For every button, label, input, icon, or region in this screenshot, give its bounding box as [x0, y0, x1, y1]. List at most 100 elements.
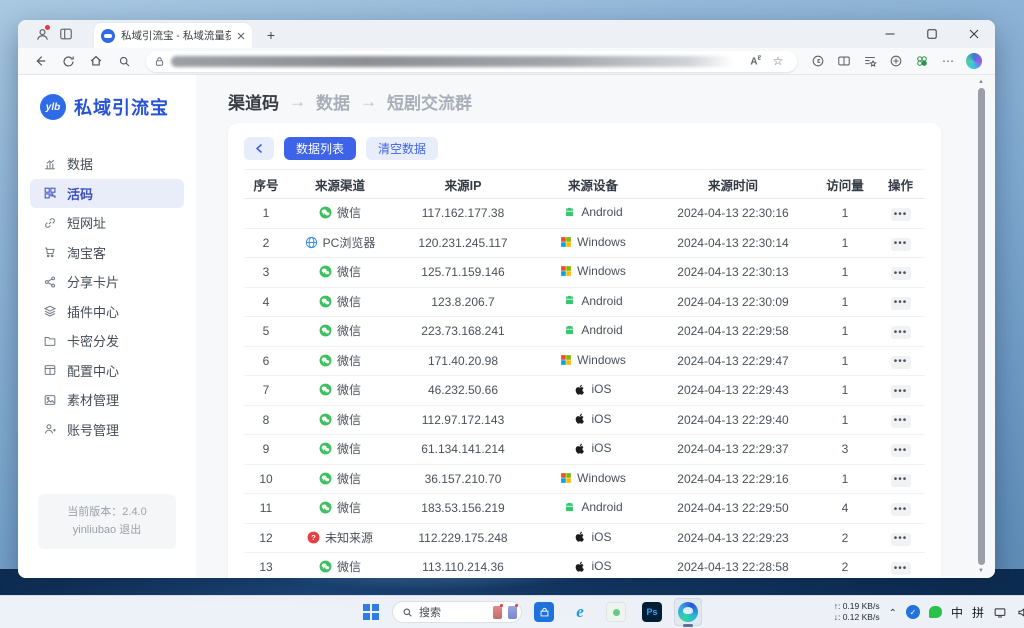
- row-actions[interactable]: •••: [876, 353, 925, 369]
- row-actions-button[interactable]: •••: [891, 533, 911, 546]
- taskbar-app-store[interactable]: [530, 598, 558, 626]
- tray-expand-icon[interactable]: ⌃: [889, 608, 897, 619]
- row-actions-button[interactable]: •••: [891, 238, 911, 251]
- row-actions[interactable]: •••: [876, 294, 925, 310]
- taskbar-app-devtool[interactable]: [602, 598, 630, 626]
- toolbar-search-icon[interactable]: [112, 50, 136, 72]
- sidebar-item-活码[interactable]: 活码: [30, 179, 184, 209]
- sync-extension-icon[interactable]: [807, 50, 829, 72]
- browser-profile-icon[interactable]: [30, 22, 54, 46]
- row-actions[interactable]: •••: [876, 560, 925, 576]
- windows-taskbar: 搜索 e Ps ↑: 0.19 KB/s ↓: 0.12 KB/s ⌃ ✓ 中 …: [0, 595, 1024, 628]
- taskbar-search[interactable]: 搜索: [392, 601, 522, 623]
- taskbar-app-ie[interactable]: e: [566, 598, 594, 626]
- collections-icon[interactable]: [885, 50, 907, 72]
- net-speed: ↑: 0.19 KB/s ↓: 0.12 KB/s: [834, 601, 880, 623]
- account-name: yinliubao: [73, 524, 116, 536]
- refresh-icon[interactable]: [56, 50, 80, 72]
- scroll-down-icon[interactable]: ▼: [978, 566, 984, 576]
- logout-link[interactable]: 退出: [119, 524, 141, 536]
- sidebar-item-分享卡片[interactable]: 分享卡片: [30, 267, 184, 297]
- ime-mode-indicator[interactable]: 拼: [972, 604, 984, 621]
- row-actions-button[interactable]: •••: [891, 385, 911, 398]
- start-button-icon[interactable]: [358, 599, 384, 625]
- speaker-icon[interactable]: [1016, 606, 1024, 619]
- maximize-button[interactable]: [911, 20, 953, 48]
- source-device: Android: [534, 205, 652, 222]
- copilot-icon[interactable]: [963, 50, 985, 72]
- sidebar-item-淘宝客[interactable]: 淘宝客: [30, 238, 184, 268]
- row-actions[interactable]: •••: [876, 501, 925, 517]
- row-actions-button[interactable]: •••: [891, 267, 911, 280]
- row-actions[interactable]: •••: [876, 265, 925, 281]
- tab-favicon-icon: [101, 29, 115, 43]
- sidebar-item-配置中心[interactable]: 配置中心: [30, 356, 184, 386]
- visit-count: 2: [814, 560, 876, 574]
- wechat-icon: [319, 413, 332, 426]
- row-actions[interactable]: •••: [876, 412, 925, 428]
- favorite-star-icon[interactable]: ☆: [767, 50, 789, 72]
- split-screen-icon[interactable]: [833, 50, 855, 72]
- source-device: Android: [534, 500, 652, 517]
- row-actions[interactable]: •••: [876, 324, 925, 340]
- data-list-button[interactable]: 数据列表: [284, 137, 356, 160]
- sidebar-item-插件中心[interactable]: 插件中心: [30, 297, 184, 327]
- table-row: 3微信125.71.159.146Windows2024-04-13 22:30…: [244, 258, 925, 288]
- address-bar[interactable]: Aℓ ☆: [146, 51, 797, 72]
- scroll-up-icon[interactable]: ▲: [978, 77, 984, 87]
- wechat-icon: [319, 295, 332, 308]
- row-actions[interactable]: •••: [876, 530, 925, 546]
- row-actions-button[interactable]: •••: [891, 326, 911, 339]
- more-options-icon[interactable]: ⋯: [937, 50, 959, 72]
- data-card: 数据列表 清空数据 序号来源渠道来源IP来源设备来源时间访问量操作1微信117.…: [228, 123, 941, 578]
- row-actions[interactable]: •••: [876, 206, 925, 222]
- browser-window: 私域引流宝 - 私域流量获取与裂… +: [18, 20, 995, 578]
- cast-screen-icon[interactable]: [993, 606, 1007, 619]
- browser-tab[interactable]: 私域引流宝 - 私域流量获取与裂…: [94, 23, 252, 48]
- sidebar-item-卡密分发[interactable]: 卡密分发: [30, 326, 184, 356]
- page-scrollbar[interactable]: ▲ ▼: [977, 77, 985, 576]
- row-actions[interactable]: •••: [876, 442, 925, 458]
- row-actions-button[interactable]: •••: [891, 444, 911, 457]
- minimize-button[interactable]: [869, 20, 911, 48]
- source-time: 2024-04-13 22:29:40: [652, 413, 814, 427]
- row-actions-button[interactable]: •••: [891, 562, 911, 575]
- row-actions[interactable]: •••: [876, 471, 925, 487]
- tab-close-icon[interactable]: [237, 32, 245, 40]
- workspaces-icon[interactable]: [54, 22, 78, 46]
- ime-language-indicator[interactable]: 中: [951, 604, 963, 621]
- scrollbar-thumb[interactable]: [978, 88, 985, 565]
- tray-app-icon[interactable]: ✓: [906, 605, 920, 619]
- favorites-hub-icon[interactable]: [859, 50, 881, 72]
- tray-wechat-icon[interactable]: [929, 606, 942, 618]
- row-actions[interactable]: •••: [876, 235, 925, 251]
- row-actions-button[interactable]: •••: [891, 297, 911, 310]
- taskbar-app-photoshop[interactable]: Ps: [638, 598, 666, 626]
- new-tab-button[interactable]: +: [260, 24, 282, 46]
- back-chevron-button[interactable]: [244, 137, 274, 160]
- home-icon[interactable]: [84, 50, 108, 72]
- row-number: 7: [244, 383, 288, 397]
- taskbar-app-edge[interactable]: [674, 598, 702, 626]
- row-actions-button[interactable]: •••: [891, 503, 911, 516]
- back-icon[interactable]: [28, 50, 52, 72]
- source-ip: 223.73.168.241: [392, 324, 534, 338]
- wechat-icon: [319, 354, 332, 367]
- read-aloud-icon[interactable]: Aℓ: [750, 55, 761, 67]
- sidebar-item-短网址[interactable]: 短网址: [30, 208, 184, 238]
- row-actions[interactable]: •••: [876, 383, 925, 399]
- sidebar-item-label: 短网址: [67, 213, 106, 232]
- row-actions-button[interactable]: •••: [891, 474, 911, 487]
- extensions-icon[interactable]: [911, 50, 933, 72]
- row-actions-button[interactable]: •••: [891, 415, 911, 428]
- source-time: 2024-04-13 22:29:37: [652, 442, 814, 456]
- clear-data-button[interactable]: 清空数据: [366, 137, 438, 160]
- row-actions-button[interactable]: •••: [891, 356, 911, 369]
- row-actions-button[interactable]: •••: [891, 208, 911, 221]
- breadcrumb-item[interactable]: 渠道码: [228, 89, 279, 114]
- breadcrumb-item[interactable]: 数据: [316, 89, 350, 114]
- close-button[interactable]: [953, 20, 995, 48]
- sidebar-item-素材管理[interactable]: 素材管理: [30, 385, 184, 415]
- sidebar-item-账号管理[interactable]: 账号管理: [30, 415, 184, 445]
- sidebar-item-数据[interactable]: 数据: [30, 149, 184, 179]
